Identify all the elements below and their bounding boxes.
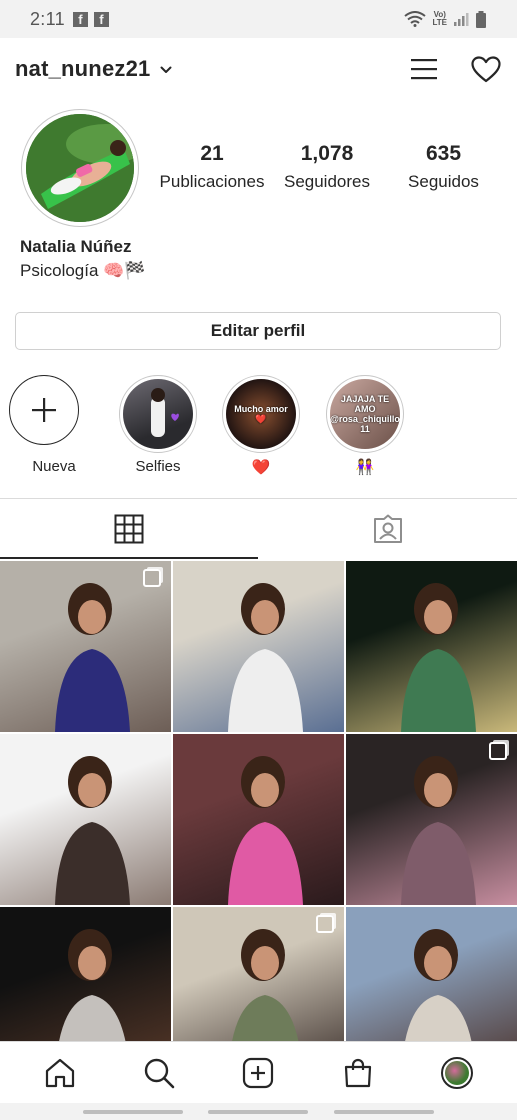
home-icon xyxy=(45,1058,74,1087)
highlight-cover xyxy=(123,379,193,449)
post-thumbnail[interactable] xyxy=(346,561,517,732)
stat-posts[interactable]: 21 Publicaciones xyxy=(156,142,268,192)
tab-tagged[interactable] xyxy=(259,499,517,559)
bottom-nav xyxy=(0,1041,517,1103)
posts-grid xyxy=(0,561,517,1078)
plus-icon xyxy=(32,398,56,422)
stat-following[interactable]: 635 Seguidos xyxy=(386,142,501,192)
post-thumbnail[interactable] xyxy=(0,561,171,732)
facebook-icon: f xyxy=(72,11,88,27)
post-photo xyxy=(55,756,130,905)
highlight-label: 👭 xyxy=(355,459,375,476)
wifi-icon xyxy=(404,11,427,27)
highlight-friends[interactable]: JAJAJA TE AMO @rosa_chiquillo 11 👭 xyxy=(320,375,410,476)
highlight-selfies[interactable]: Selfies xyxy=(113,375,203,475)
profile-stats: 21 Publicaciones 1,078 Seguidores 635 Se… xyxy=(156,142,501,192)
new-post-icon xyxy=(243,1057,274,1088)
shop-icon xyxy=(344,1058,371,1087)
post-thumbnail[interactable] xyxy=(346,734,517,905)
highlight-cover-text: JAJAJA TE AMO @rosa_chiquillo 11 xyxy=(330,394,400,434)
highlight-love[interactable]: Mucho amor❤️ ❤️ xyxy=(216,375,306,476)
post-photo xyxy=(401,583,476,732)
tagged-icon xyxy=(374,514,402,543)
post-photo xyxy=(228,583,303,732)
heart-icon[interactable] xyxy=(471,55,501,83)
gesture-handle[interactable] xyxy=(208,1109,309,1114)
edit-profile-button[interactable]: Editar perfil xyxy=(15,312,501,350)
highlight-label: Nueva xyxy=(32,458,76,475)
gesture-handle[interactable] xyxy=(82,1109,183,1114)
nav-home[interactable] xyxy=(30,1043,90,1103)
profile-bio: Psicología 🧠🏁 xyxy=(20,261,146,280)
profile-header: nat_nunez21 xyxy=(0,38,517,100)
stat-label: Seguidos xyxy=(408,172,479,191)
highlight-new[interactable]: Nueva xyxy=(9,375,99,475)
highlight-cover: Mucho amor❤️ xyxy=(226,379,296,449)
profile-avatar[interactable] xyxy=(21,109,139,227)
tab-grid[interactable] xyxy=(0,499,258,559)
signal-icon xyxy=(454,13,469,26)
stat-value: 1,078 xyxy=(300,142,354,165)
multiple-photos-icon xyxy=(143,569,161,587)
nav-new-post[interactable] xyxy=(228,1043,288,1103)
post-thumbnail[interactable] xyxy=(173,734,344,905)
status-time: 2:11 xyxy=(30,8,65,29)
nav-search[interactable] xyxy=(129,1043,189,1103)
multiple-photos-icon xyxy=(489,742,507,760)
post-photo xyxy=(228,756,303,905)
nav-shop[interactable] xyxy=(328,1043,388,1103)
stat-label: Seguidores xyxy=(283,172,370,191)
chevron-down-icon[interactable] xyxy=(160,66,172,74)
nav-profile[interactable] xyxy=(427,1043,487,1103)
post-thumbnail[interactable] xyxy=(173,561,344,732)
facebook-icon: f xyxy=(93,11,109,27)
username[interactable]: nat_nunez21 xyxy=(15,56,150,82)
profile-photo xyxy=(26,114,134,222)
stat-value: 635 xyxy=(425,142,462,165)
highlight-label: Selfies xyxy=(135,458,181,475)
add-highlight-button[interactable] xyxy=(9,375,79,445)
stat-label: Publicaciones xyxy=(159,172,265,191)
grid-icon xyxy=(114,514,144,544)
post-thumbnail[interactable] xyxy=(0,734,171,905)
active-tab-indicator xyxy=(0,557,258,559)
profile-name: Natalia Núñez xyxy=(20,237,132,256)
battery-icon xyxy=(476,10,486,28)
status-bar: 2:11 f f Vo) LTE xyxy=(0,0,517,38)
search-icon xyxy=(144,1058,175,1088)
menu-icon[interactable] xyxy=(410,57,438,81)
system-gesture-bar xyxy=(0,1103,517,1120)
profile-avatar xyxy=(441,1056,474,1089)
highlight-cover: JAJAJA TE AMO @rosa_chiquillo 11 xyxy=(330,379,400,449)
multiple-photos-icon xyxy=(316,915,334,933)
gesture-handle[interactable] xyxy=(334,1109,435,1114)
network-type-label: Vo) LTE xyxy=(432,10,447,27)
stat-followers[interactable]: 1,078 Seguidores xyxy=(268,142,386,192)
highlight-label: ❤️ xyxy=(251,459,271,476)
highlight-cover-text: Mucho amor❤️ xyxy=(234,404,288,424)
stat-value: 21 xyxy=(200,142,224,165)
